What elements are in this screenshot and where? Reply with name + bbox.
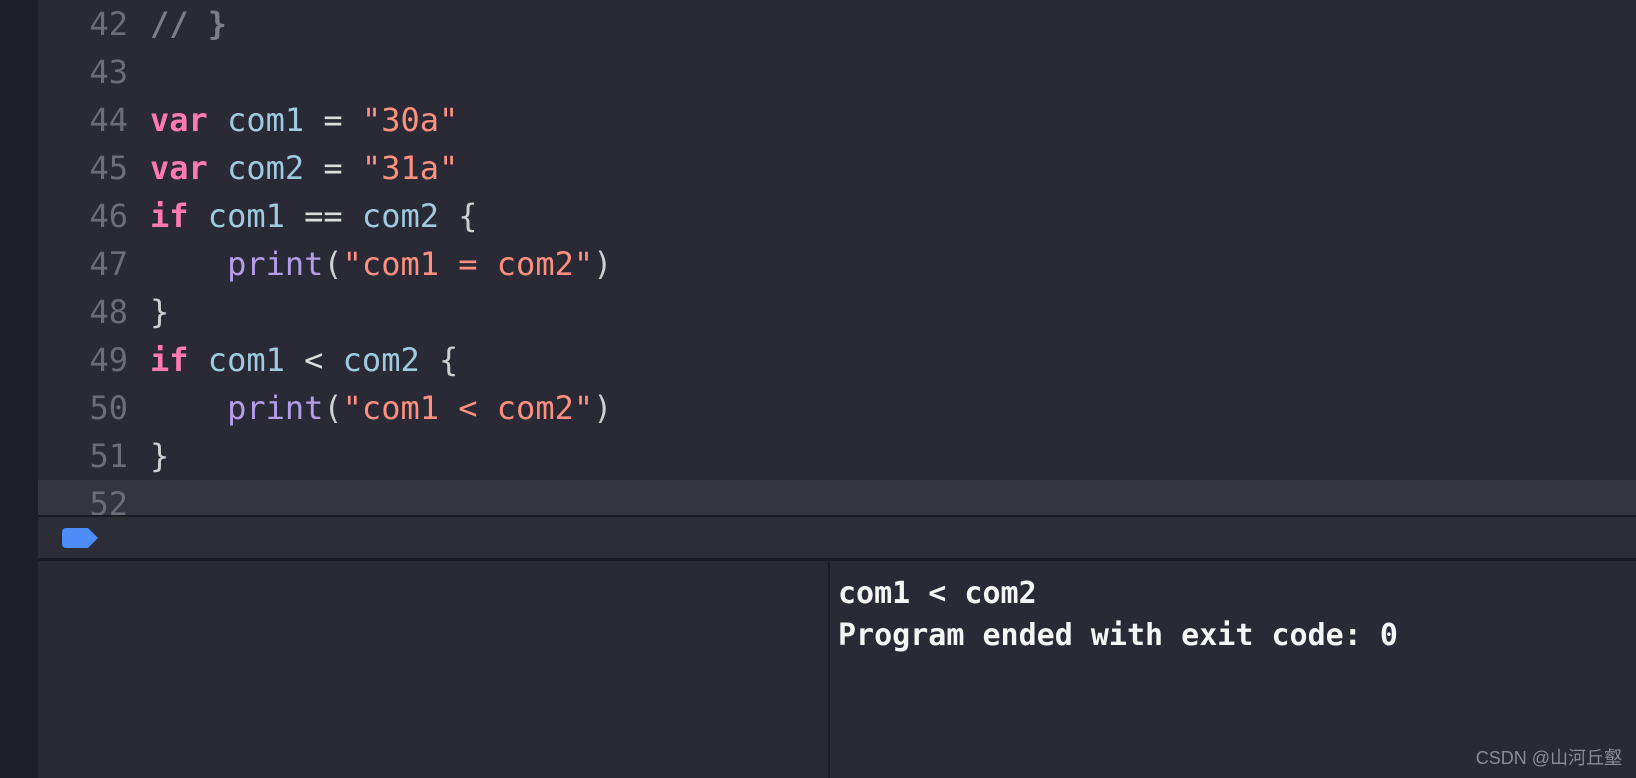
code-content: // } bbox=[150, 0, 227, 48]
code-line[interactable]: 42// } bbox=[38, 0, 1636, 48]
breadcrumb-tag-icon[interactable] bbox=[62, 528, 88, 548]
code-content: if com1 == com2 { bbox=[150, 192, 478, 240]
line-number: 47 bbox=[38, 240, 150, 288]
watermark-text: CSDN @山河丘壑 bbox=[1476, 744, 1622, 770]
console-row: com1 < com2 Program ended with exit code… bbox=[38, 560, 1636, 778]
code-line[interactable]: 50 print("com1 < com2") bbox=[38, 384, 1636, 432]
line-number: 42 bbox=[38, 0, 150, 48]
code-content: var com2 = "31a" bbox=[150, 144, 458, 192]
line-number: 49 bbox=[38, 336, 150, 384]
code-content: print("com1 < com2") bbox=[150, 384, 612, 432]
code-line[interactable]: 46if com1 == com2 { bbox=[38, 192, 1636, 240]
console-line: Program ended with exit code: 0 bbox=[838, 618, 1398, 653]
code-content: print("com1 = com2") bbox=[150, 240, 612, 288]
line-number: 43 bbox=[38, 48, 150, 96]
code-line[interactable]: 43 bbox=[38, 48, 1636, 96]
line-number: 51 bbox=[38, 432, 150, 480]
code-line[interactable]: 48} bbox=[38, 288, 1636, 336]
line-number: 46 bbox=[38, 192, 150, 240]
line-number: 45 bbox=[38, 144, 150, 192]
code-line[interactable]: 49if com1 < com2 { bbox=[38, 336, 1636, 384]
variables-pane[interactable] bbox=[38, 561, 830, 778]
code-content: } bbox=[150, 432, 169, 480]
console-line: com1 < com2 bbox=[838, 576, 1037, 611]
code-content: if com1 < com2 { bbox=[150, 336, 458, 384]
code-line[interactable]: 51} bbox=[38, 432, 1636, 480]
line-number: 50 bbox=[38, 384, 150, 432]
code-content: var com1 = "30a" bbox=[150, 96, 458, 144]
code-line[interactable]: 44var com1 = "30a" bbox=[38, 96, 1636, 144]
code-line[interactable]: 45var com2 = "31a" bbox=[38, 144, 1636, 192]
line-number: 44 bbox=[38, 96, 150, 144]
line-number: 48 bbox=[38, 288, 150, 336]
code-editor[interactable]: 42// }4344var com1 = "30a"45var com2 = "… bbox=[38, 0, 1636, 515]
code-line[interactable]: 47 print("com1 = com2") bbox=[38, 240, 1636, 288]
breadcrumb-bar[interactable] bbox=[38, 515, 1636, 560]
left-gutter bbox=[0, 0, 38, 515]
code-content: } bbox=[150, 288, 169, 336]
